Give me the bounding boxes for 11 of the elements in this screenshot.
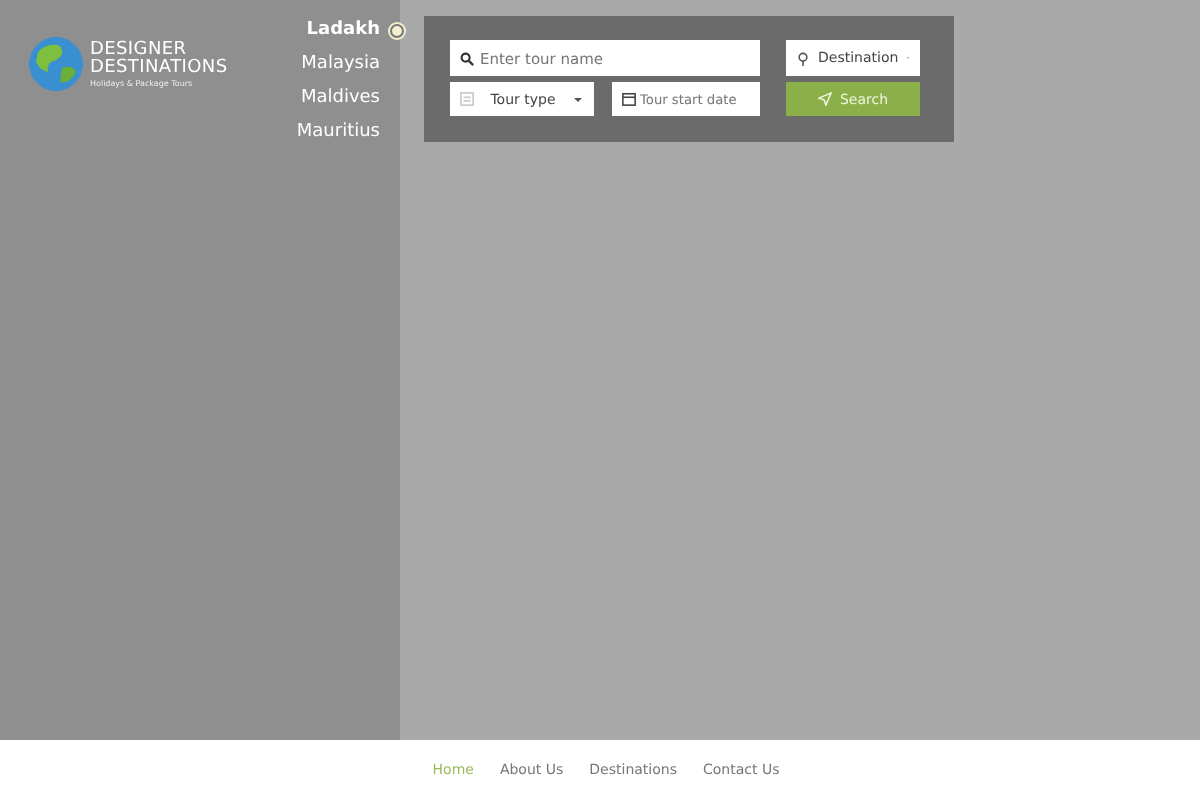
menu-item[interactable]: Mauritius (296, 116, 406, 150)
active-dot-icon (390, 24, 404, 38)
map-pin-icon (796, 51, 810, 65)
menu-item[interactable]: Maldives (300, 82, 406, 116)
caret-icon (571, 95, 584, 103)
logo-title: DESTINATIONS (90, 59, 228, 77)
list-icon (460, 92, 474, 106)
logo-title: DESIGNER (90, 41, 187, 59)
globe-logo-icon (28, 36, 84, 92)
menu-item[interactable]: Malaysia (301, 48, 406, 82)
send-icon (817, 92, 832, 106)
